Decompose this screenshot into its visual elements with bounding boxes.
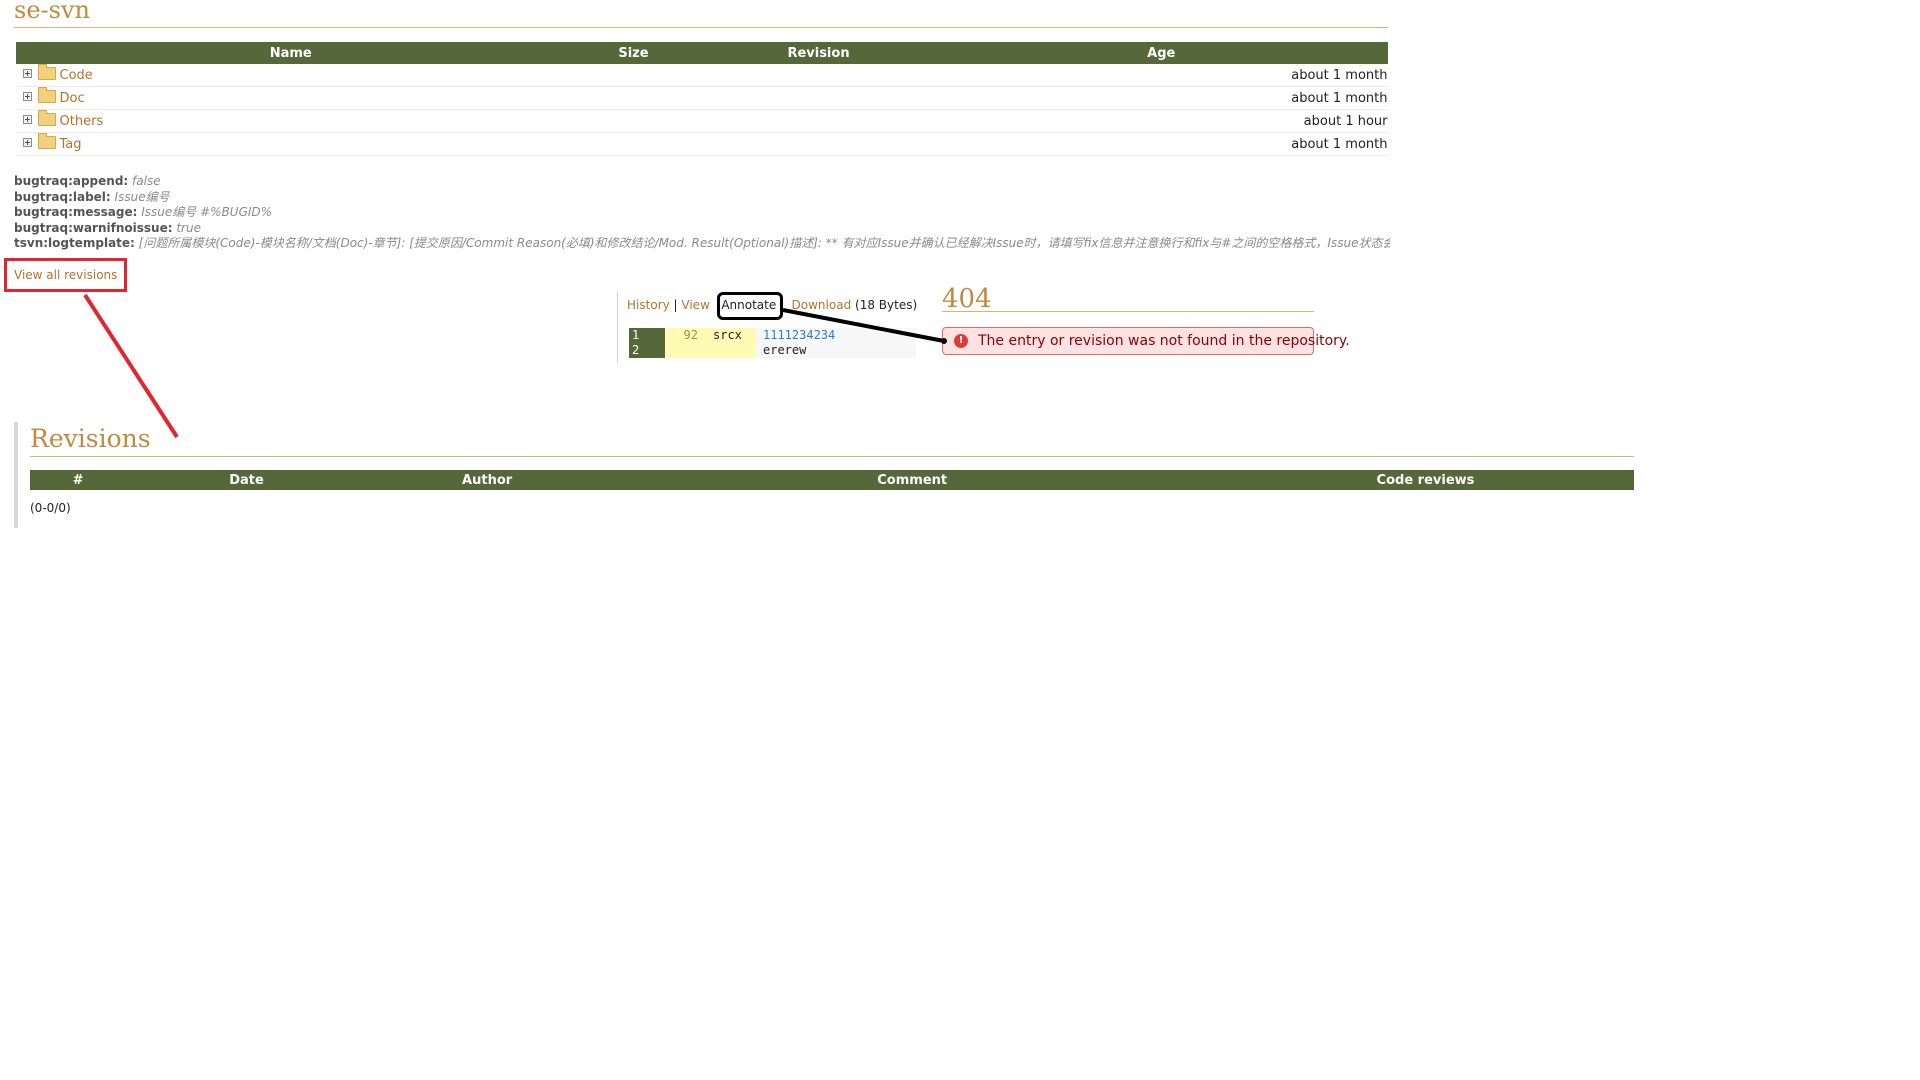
highlight-box-annotate (717, 292, 783, 320)
property-item: bugtraq:label: Issue编号 (14, 190, 1390, 206)
page-title: se-svn (14, 0, 90, 24)
folder-icon (37, 63, 56, 80)
line-number: 2 (629, 343, 665, 358)
download-link[interactable]: Download (792, 298, 852, 312)
file-size: (18 Bytes) (855, 298, 918, 312)
property-name: bugtraq:append: (14, 174, 129, 188)
entry-link-tag[interactable]: Tag (60, 137, 82, 152)
properties-list: bugtraq:append: false bugtraq:label: Iss… (14, 174, 1390, 252)
entry-size (564, 132, 702, 156)
property-item: bugtraq:append: false (14, 174, 1390, 190)
entries-header-row: Name Size Revision Age (15, 42, 1389, 64)
column-header-code-reviews[interactable]: Code reviews (1216, 470, 1634, 490)
column-header-author[interactable]: Author (366, 470, 608, 490)
property-item: tsvn:logtemplate: [问题所属模块(Code)-模块名称/文档(… (14, 236, 1390, 252)
red-callout-line (83, 293, 179, 439)
entry-row: Others about 1 hour (16, 109, 1388, 133)
annotation-table: 1 92 srcx 1111234234 2 ererew (629, 328, 916, 358)
entry-link-doc[interactable]: Doc (60, 91, 85, 106)
entry-link-code[interactable]: Code (60, 68, 93, 83)
link-separator: | (673, 298, 678, 312)
column-header-size[interactable]: Size (564, 42, 703, 64)
entries-table: Name Size Revision Age Code about 1 mont… (15, 42, 1389, 156)
entry-age: about 1 month (935, 86, 1388, 110)
annotation-row: 1 92 srcx 1111234234 (629, 328, 916, 343)
entry-name-cell: Code (16, 63, 565, 87)
error-divider (942, 311, 1314, 312)
entry-size (564, 63, 702, 87)
entry-age: about 1 month (935, 63, 1388, 87)
entry-link-others[interactable]: Others (60, 114, 104, 129)
revisions-header-row: # Date Author Comment Code reviews (30, 470, 1634, 490)
folder-icon (37, 132, 56, 149)
line-number: 1 (629, 328, 665, 343)
property-item: bugtraq:warnifnoissue: true (14, 221, 1390, 237)
column-header-date[interactable]: Date (126, 470, 367, 490)
entry-row: Tag about 1 month (16, 132, 1388, 156)
exclamation-circle-icon: ! (954, 334, 968, 348)
error-title: 404 (942, 284, 992, 314)
property-name: bugtraq:message: (14, 205, 138, 219)
entry-revision (701, 86, 936, 110)
annotation-row: 2 ererew (629, 343, 916, 358)
entry-row: Doc about 1 month (16, 86, 1388, 110)
history-link[interactable]: History (627, 298, 670, 312)
property-value: false (132, 174, 161, 188)
expand-icon[interactable] (22, 68, 32, 78)
error-message: The entry or revision was not found in t… (978, 333, 1350, 349)
line-author (701, 343, 756, 358)
line-revision[interactable]: 92 (665, 328, 701, 343)
column-header-age[interactable]: Age (934, 42, 1389, 64)
entry-revision (701, 109, 936, 133)
view-all-revisions-link[interactable]: View all revisions (14, 268, 117, 282)
expand-icon[interactable] (22, 91, 32, 101)
entry-name-cell: Others (16, 109, 565, 133)
line-author: srcx (701, 328, 756, 343)
title-divider (14, 27, 1388, 28)
line-content: ererew (756, 343, 916, 358)
property-name: bugtraq:warnifnoissue: (14, 220, 173, 235)
error-message-box: ! The entry or revision was not found in… (942, 327, 1350, 355)
callout-overlay (83, 293, 947, 439)
revisions-divider (30, 456, 1634, 457)
property-item: bugtraq:message: Issue编号 #%BUGID% (14, 205, 1390, 221)
entry-row: Code about 1 month (16, 63, 1388, 87)
property-name: tsvn:logtemplate: (14, 236, 135, 250)
pagination-info: (0-0/0) (30, 501, 71, 515)
view-link[interactable]: View (681, 298, 709, 312)
line-revision (665, 343, 701, 358)
revisions-table: # Date Author Comment Code reviews (30, 470, 1634, 490)
property-value: [问题所属模块(Code)-模块名称/文档(Doc)-章节]: [提交原因/Co… (138, 236, 1390, 250)
line-content: 1111234234 (756, 328, 916, 343)
entry-name-cell: Doc (16, 86, 565, 110)
entry-size (564, 109, 702, 133)
entry-name-cell: Tag (16, 132, 565, 156)
revisions-side-bar (14, 422, 18, 528)
entry-age: about 1 month (935, 132, 1388, 156)
folder-icon (37, 109, 56, 126)
revisions-title: Revisions (30, 424, 151, 453)
entry-revision (701, 132, 936, 156)
column-header-name[interactable]: Name (15, 42, 566, 64)
entry-size (564, 86, 702, 110)
entry-revision (701, 63, 936, 87)
folder-icon (37, 86, 56, 103)
property-value: true (176, 220, 201, 235)
expand-icon[interactable] (22, 114, 32, 124)
property-value: Issue编号 (114, 189, 170, 204)
entry-age: about 1 hour (935, 109, 1388, 133)
column-header-revision[interactable]: Revision (701, 42, 936, 64)
expand-icon[interactable] (22, 137, 32, 147)
property-name: bugtraq:label: (14, 189, 111, 204)
column-header-number[interactable]: # (30, 470, 127, 490)
property-value: Issue编号 #%BUGID% (141, 205, 273, 219)
column-header-comment[interactable]: Comment (607, 470, 1217, 490)
